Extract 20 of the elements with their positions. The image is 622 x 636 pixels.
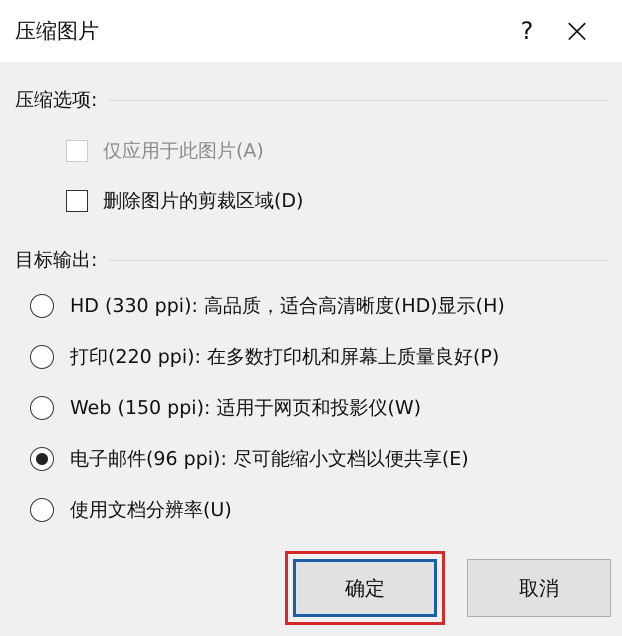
radio-label: HD (330 ppi): 高品质，适合高清晰度(HD)显示(H): [70, 294, 505, 318]
checkbox-label: 仅应用于此图片(A): [103, 139, 264, 164]
radio-label: 打印(220 ppi): 在多数打印机和屏幕上质量良好(P): [70, 344, 500, 370]
checkbox-label: 删除图片的剪裁区域(D): [103, 189, 304, 214]
radio-button[interactable]: [30, 396, 54, 420]
radio-button[interactable]: [30, 498, 54, 522]
checkbox[interactable]: [66, 190, 88, 212]
section-label: 压缩选项:: [15, 88, 98, 113]
ok-button[interactable]: 确定: [293, 559, 437, 617]
radio-button[interactable]: [30, 294, 54, 318]
section-label: 目标输出:: [15, 248, 98, 273]
help-button[interactable]: ?: [502, 17, 552, 45]
close-button[interactable]: ×: [552, 11, 602, 51]
radio-button[interactable]: [30, 446, 54, 470]
window-title: 压缩图片: [15, 18, 100, 45]
radio-label: 使用文档分辨率(U): [70, 498, 232, 522]
radio-label: Web (150 ppi): 适用于网页和投影仪(W): [70, 396, 422, 420]
radio-label: 电子邮件(96 ppi): 尽可能缩小文档以便共享(E): [70, 446, 469, 472]
radio-button[interactable]: [30, 344, 54, 368]
cancel-button[interactable]: 取消: [467, 559, 611, 617]
